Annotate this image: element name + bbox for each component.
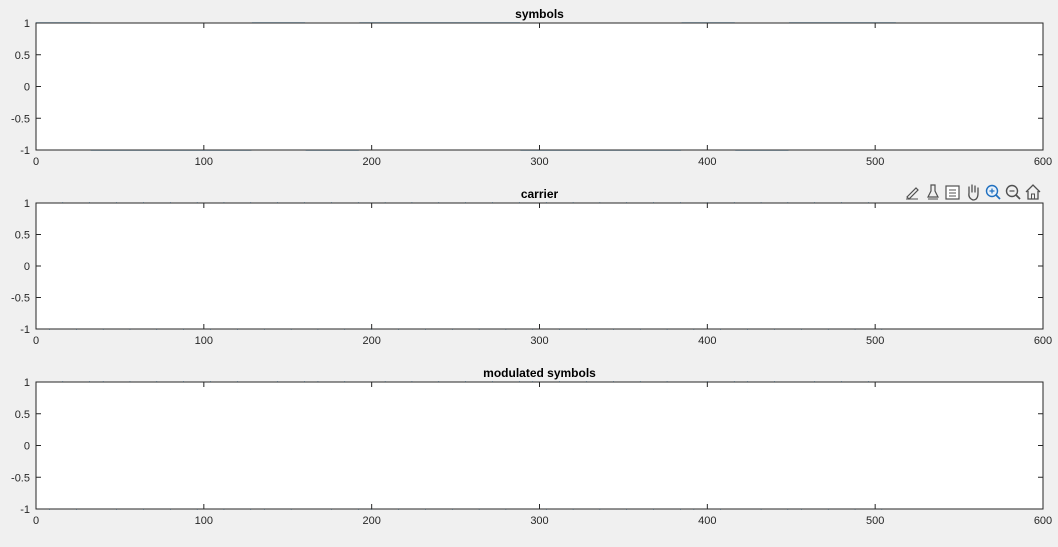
pan-hand-icon[interactable] [964, 183, 982, 201]
x-tick-label: 300 [530, 515, 548, 527]
x-tick-label: 300 [530, 156, 548, 168]
x-tick-label: 100 [195, 515, 213, 527]
y-tick-label: -0.5 [11, 472, 30, 484]
x-tick-label: 500 [866, 156, 884, 168]
figure: 0 100 200 300 400 500 60010.50-0.5-1symbols 01… [11, 7, 1052, 527]
y-tick-label: 0 [24, 441, 30, 453]
axes-title: symbols [515, 7, 564, 21]
home-icon[interactable] [1025, 184, 1041, 200]
x-tick-label: 600 [1034, 515, 1052, 527]
axes-box [35, 381, 1044, 510]
axes-title: modulated symbols [483, 366, 596, 380]
x-tick-label: 0 [33, 335, 39, 347]
x-tick-label: 300 [530, 335, 548, 347]
x-tick-label: 500 [866, 515, 884, 527]
axes-symbols[interactable]: 0 100 200 300 400 500 600 1 0.5 0 -0.5 -1 symbols [11, 7, 1052, 168]
y-tick-label: -1 [20, 145, 30, 157]
zoom-out-icon[interactable] [1005, 184, 1021, 200]
x-tick-label: 100 [195, 156, 213, 168]
y-tick-label: 0.5 [15, 50, 30, 62]
axes-toolbar [904, 183, 1041, 201]
axes-title: carrier [521, 187, 559, 201]
datacursor-icon[interactable] [945, 185, 960, 200]
x-tick-label: 200 [362, 156, 380, 168]
x-tick-label: 0 [33, 515, 39, 527]
y-tick-label: 0 [24, 82, 30, 94]
x-tick-label: 400 [698, 515, 716, 527]
brush-edit-icon[interactable] [904, 183, 922, 201]
y-tick-label: 0.5 [15, 409, 30, 421]
x-tick-label: 500 [866, 335, 884, 347]
x-tick-label: 600 [1034, 335, 1052, 347]
x-tick-label: 0 [33, 156, 39, 168]
y-tick-label: 1 [24, 18, 30, 30]
y-tick-label: 1 [24, 377, 30, 389]
axes-box [35, 202, 1044, 330]
x-tick-label: 400 [698, 335, 716, 347]
x-tick-label: 200 [362, 515, 380, 527]
zoom-in-icon[interactable] [985, 184, 1001, 200]
y-tick-label: 1 [24, 198, 30, 210]
x-tick-label: 100 [195, 335, 213, 347]
x-tick-label: 400 [698, 156, 716, 168]
axes-box [35, 22, 1044, 151]
y-tick-label: -1 [20, 504, 30, 516]
y-tick-label: 0.5 [15, 230, 30, 242]
y-tick-label: -1 [20, 324, 30, 336]
y-tick-label: -0.5 [11, 293, 30, 305]
data-tips-icon[interactable] [924, 183, 942, 201]
axes-modulated-symbols[interactable]: 0 100 200 300 400 500 600 1 0.5 0 -0.5 -1 modulated … [11, 366, 1052, 527]
y-tick-label: 0 [24, 261, 30, 273]
y-tick-label: -0.5 [11, 113, 30, 125]
x-tick-label: 200 [362, 335, 380, 347]
axes-carrier[interactable]: 0 100 200 300 400 500 600 1 0.5 0 -0.5 -1 carrier [11, 187, 1052, 347]
x-tick-label: 600 [1034, 156, 1052, 168]
